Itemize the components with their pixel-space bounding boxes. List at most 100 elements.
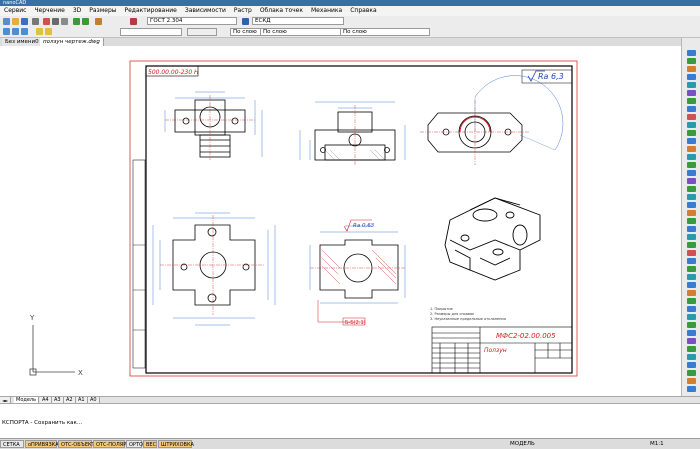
dim-style-select[interactable]: ЕСКД [252, 17, 344, 25]
copy-icon[interactable] [52, 18, 59, 25]
status-bar: МОДЕЛЬ M1:1 СЕТКА оПРИВЯЗКА ОТС-ОБЪЕКТ ОТС-… [0, 438, 700, 449]
roughness-value: Ra 6,3 [538, 72, 564, 81]
view-isometric [444, 197, 541, 281]
tool-icon[interactable] [687, 306, 696, 312]
tool-icon[interactable] [687, 338, 696, 344]
binding-strip [132, 159, 146, 369]
note-3: 3. Неуказанные предельные отклонения [430, 317, 506, 321]
layer-state-icon[interactable] [45, 28, 52, 35]
tool-icon[interactable] [687, 178, 696, 184]
tool-icon[interactable] [687, 98, 696, 104]
tool-icon[interactable] [687, 362, 696, 368]
match-properties-icon[interactable] [95, 18, 102, 25]
sheet-border [129, 60, 578, 377]
tool-icon[interactable] [687, 90, 696, 96]
tool-icon[interactable] [687, 354, 696, 360]
tool-icon[interactable] [687, 146, 696, 152]
tool-icon[interactable] [687, 74, 696, 80]
menu-item-3[interactable]: Размеры [85, 6, 120, 16]
tool-icon[interactable] [687, 202, 696, 208]
doc-tab-untitled[interactable]: Без имени0 [2, 38, 43, 46]
tool-icon[interactable] [687, 170, 696, 176]
tool-icon[interactable] [687, 234, 696, 240]
status-toggle-1[interactable]: оПРИВЯЗКА [25, 440, 59, 448]
pan-icon[interactable] [12, 28, 19, 35]
zoom-extents-icon[interactable] [21, 28, 28, 35]
scale-indicator[interactable]: M1:1 [650, 440, 664, 448]
tool-icon[interactable] [687, 378, 696, 384]
mode-indicator[interactable]: МОДЕЛЬ [510, 440, 535, 448]
text-style-icon[interactable] [130, 18, 137, 25]
tool-icon[interactable] [687, 274, 696, 280]
open-folder-icon[interactable] [12, 18, 19, 25]
tool-icon[interactable] [687, 346, 696, 352]
text-style-select[interactable]: ГОСТ 2.304 [147, 17, 237, 25]
status-toggle-6[interactable]: ШТРИХОВКА [158, 440, 194, 448]
status-toggle-3[interactable]: ОТС-ПОЛЯР [93, 440, 126, 448]
tool-icon[interactable] [687, 226, 696, 232]
tool-icon[interactable] [687, 298, 696, 304]
menu-item-6[interactable]: Растр [230, 6, 256, 16]
menu-item-8[interactable]: Механика [307, 6, 346, 16]
tool-icon[interactable] [687, 322, 696, 328]
tool-icon[interactable] [687, 82, 696, 88]
tool-icon[interactable] [687, 258, 696, 264]
paste-icon[interactable] [61, 18, 68, 25]
linetype-select[interactable]: По слою [260, 28, 350, 36]
undo-icon[interactable] [73, 18, 80, 25]
status-toggle-0[interactable]: СЕТКА [0, 440, 24, 448]
save-icon[interactable] [21, 18, 28, 25]
view-front [164, 91, 263, 160]
menu-item-9[interactable]: Справка [346, 6, 380, 16]
tool-icon[interactable] [687, 114, 696, 120]
tool-icon[interactable] [687, 162, 696, 168]
tool-icon[interactable] [687, 250, 696, 256]
tool-icon[interactable] [687, 154, 696, 160]
tool-icon[interactable] [687, 242, 696, 248]
command-window[interactable]: КСПОРТА - Сохранить как... [0, 403, 700, 439]
tool-icon[interactable] [687, 290, 696, 296]
tool-icon[interactable] [687, 130, 696, 136]
zoom-icon[interactable] [3, 28, 10, 35]
layer-color-select[interactable] [187, 28, 217, 36]
tool-icon[interactable] [687, 122, 696, 128]
tool-icon[interactable] [687, 138, 696, 144]
layer-select[interactable] [120, 28, 182, 36]
print-icon[interactable] [32, 18, 39, 25]
doc-tab-active[interactable]: ползун чертеж.dwg [40, 38, 104, 46]
menu-item-5[interactable]: Зависимости [181, 6, 230, 16]
tool-icon[interactable] [687, 370, 696, 376]
tool-icon[interactable] [687, 330, 696, 336]
tool-icon[interactable] [687, 186, 696, 192]
tool-icon[interactable] [687, 282, 696, 288]
tool-icon[interactable] [687, 266, 696, 272]
menu-item-4[interactable]: Редактирование [121, 6, 181, 16]
section-label: Б-Б(2:1) [345, 320, 366, 326]
layer-icon[interactable] [36, 28, 43, 35]
new-file-icon[interactable] [3, 18, 10, 25]
tool-icon[interactable] [687, 218, 696, 224]
tool-icon[interactable] [687, 314, 696, 320]
title-block-name: Ползун [484, 347, 507, 354]
tool-icon[interactable] [687, 106, 696, 112]
menu-item-7[interactable]: Облака точек [256, 6, 307, 16]
dim-style-icon[interactable] [242, 18, 249, 25]
menu-item-2[interactable]: 3D [69, 6, 85, 16]
lineweight-select[interactable]: По слою [340, 28, 430, 36]
status-toggle-5[interactable]: ВЕС [143, 440, 157, 448]
drawing-canvas[interactable]: 500.00.00-230 Н Ra 6,3 Ra 0,63 Б-Б(2:1) … [0, 46, 681, 396]
view-end [420, 75, 564, 165]
tool-icon[interactable] [687, 386, 696, 392]
status-toggle-4[interactable]: ОРТО [126, 440, 143, 448]
tool-icon[interactable] [687, 66, 696, 72]
redo-icon[interactable] [82, 18, 89, 25]
menu-item-0[interactable]: Сервис [0, 6, 30, 16]
tool-icon[interactable] [687, 194, 696, 200]
status-toggle-2[interactable]: ОТС-ОБЪЕКТ [58, 440, 95, 448]
tool-icon[interactable] [687, 50, 696, 56]
menu-item-1[interactable]: Черчение [30, 6, 68, 16]
menu-bar: Сервис Черчение 3D Размеры Редактирование Зав… [0, 6, 700, 16]
cut-icon[interactable] [43, 18, 50, 25]
tool-icon[interactable] [687, 210, 696, 216]
tool-icon[interactable] [687, 58, 696, 64]
